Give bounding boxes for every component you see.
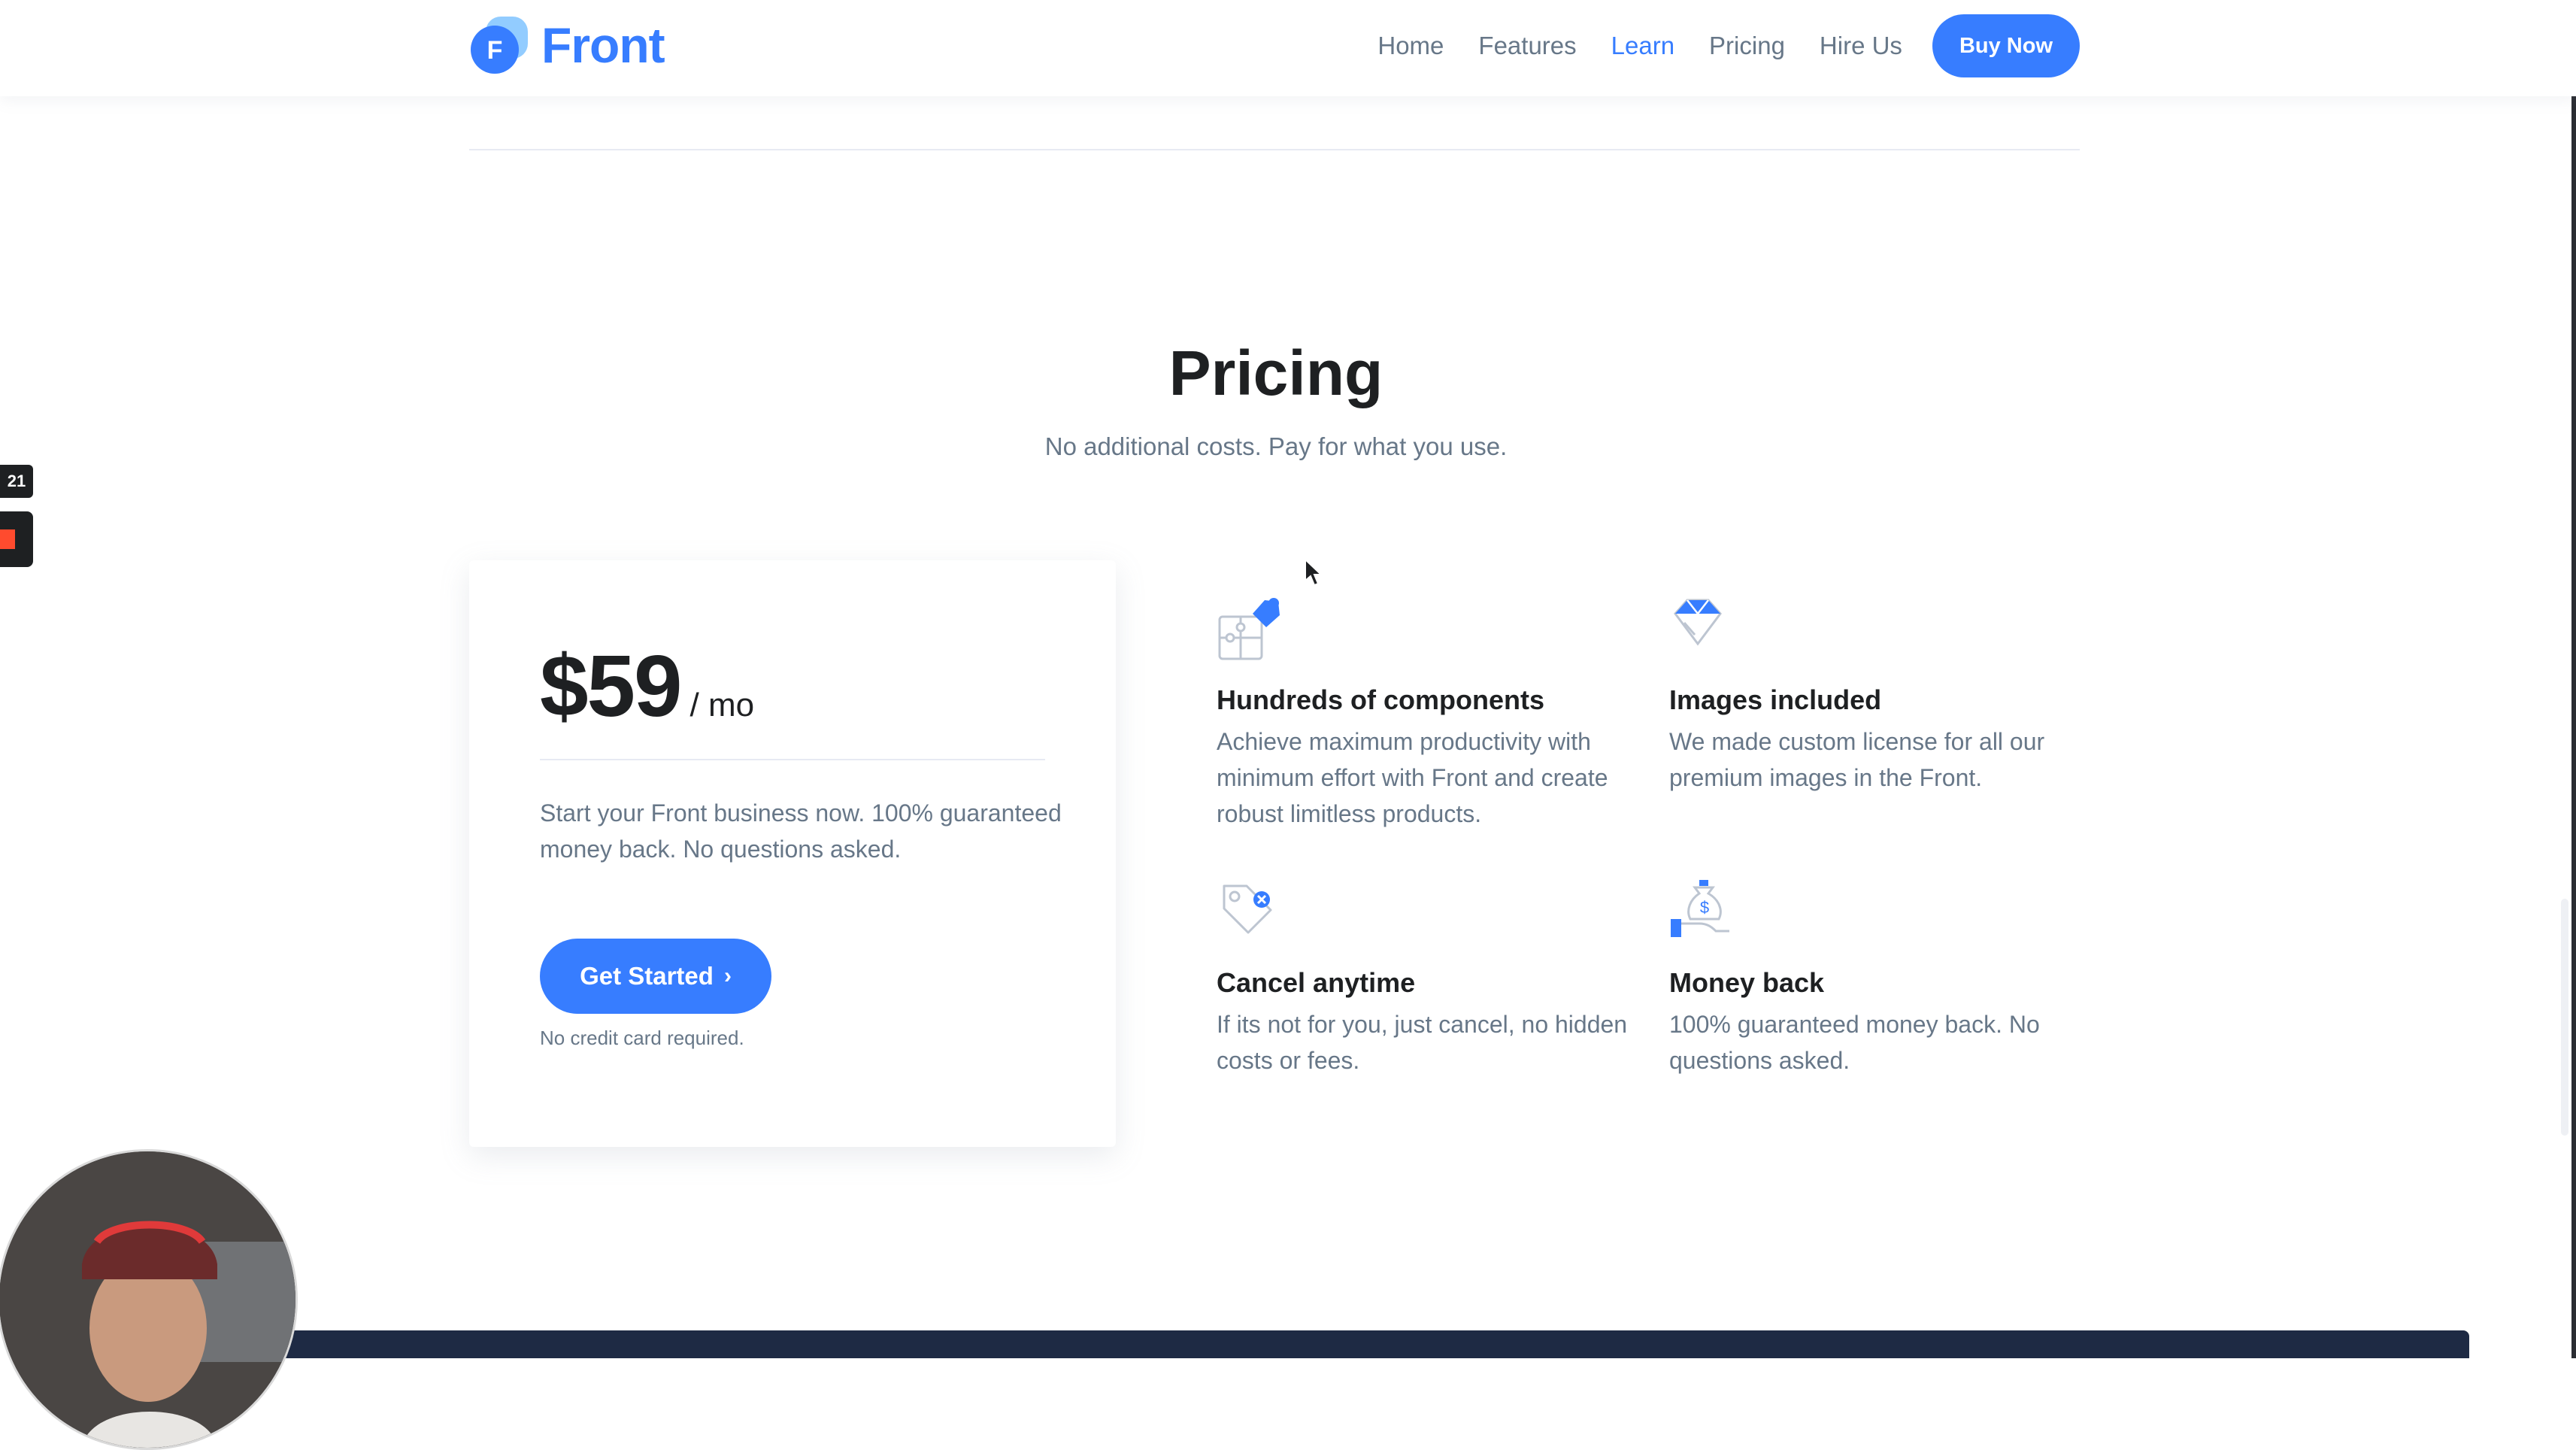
- price-amount: $59: [540, 637, 683, 735]
- card-note: No credit card required.: [540, 1027, 744, 1049]
- feature-description: Achieve maximum productivity with minimu…: [1217, 728, 1608, 827]
- feature-title: Cancel anytime: [1217, 967, 1416, 998]
- pricing-subtitle: No additional costs. Pay for what you us…: [1044, 432, 1508, 460]
- mouse-cursor-icon: [1304, 557, 1323, 588]
- scrollbar[interactable]: [2561, 899, 2568, 1136]
- card-description: Start your Front business now. 100% guar…: [540, 799, 1062, 863]
- main-nav: Home Features Learn Pricing Hire Us Buy …: [1343, 14, 2080, 78]
- feature-description: If its not for you, just cancel, no hidd…: [1217, 1011, 1628, 1074]
- site-header: F Front Home Features Learn Pricing Hire…: [0, 0, 2576, 96]
- logo[interactable]: F Front: [469, 14, 665, 77]
- chevron-right-icon: ›: [723, 963, 732, 988]
- get-started-label: Get Started: [580, 962, 714, 990]
- price-period: / mo: [689, 687, 755, 723]
- svg-text:$: $: [1700, 898, 1709, 917]
- svg-text:F: F: [487, 36, 503, 65]
- feature-description: 100% guaranteed money back. No questions…: [1669, 1011, 2040, 1074]
- logo-icon: F: [469, 15, 529, 75]
- webcam-overlay: [0, 1149, 298, 1450]
- section-divider: [469, 149, 2080, 150]
- nav-hire-us[interactable]: Hire Us: [1820, 32, 1902, 60]
- nav-learn[interactable]: Learn: [1611, 32, 1674, 60]
- feature-title: Images included: [1669, 684, 1882, 715]
- puzzle-icon: [1217, 594, 1292, 669]
- window-edge: [2571, 0, 2576, 1358]
- feature-title: Hundreds of components: [1217, 684, 1545, 715]
- recorder-badge: 21: [0, 465, 33, 498]
- feature-components: Hundreds of components Achieve maximum p…: [1217, 594, 1653, 832]
- nav-pricing[interactable]: Pricing: [1709, 32, 1785, 60]
- price-tag-icon: [1217, 877, 1292, 952]
- price: $59 / mo: [540, 636, 754, 736]
- money-bag-icon: $: [1669, 877, 1744, 952]
- feature-money-back: $ Money back 100% guaranteed money back.…: [1669, 877, 2105, 1078]
- nav-home[interactable]: Home: [1377, 32, 1444, 60]
- buy-now-button[interactable]: Buy Now: [1932, 14, 2080, 77]
- nav-features[interactable]: Features: [1478, 32, 1576, 60]
- footer-section: [280, 1330, 2469, 1358]
- get-started-button[interactable]: Get Started ›: [540, 939, 771, 1014]
- feature-title: Money back: [1669, 967, 1825, 998]
- logo-text: Front: [541, 17, 665, 73]
- record-icon: [0, 529, 15, 549]
- feature-images: Images included We made custom license f…: [1669, 594, 2105, 796]
- pricing-card: $59 / mo Start your Front business now. …: [469, 560, 1116, 1147]
- record-button[interactable]: [0, 511, 33, 567]
- card-divider: [540, 759, 1045, 760]
- pricing-title: Pricing: [1168, 338, 1383, 408]
- feature-cancel: Cancel anytime If its not for you, just …: [1217, 877, 1653, 1078]
- feature-description: We made custom license for all our premi…: [1669, 728, 2045, 791]
- diamond-icon: [1669, 594, 1744, 669]
